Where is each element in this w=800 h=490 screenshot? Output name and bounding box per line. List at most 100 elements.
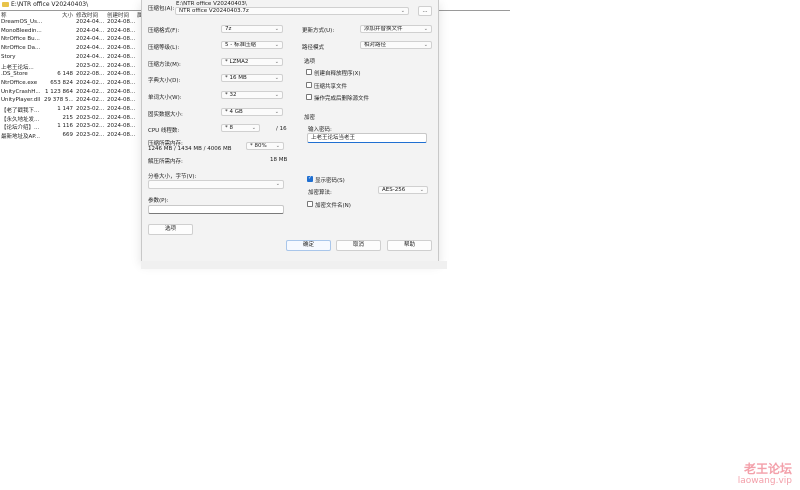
file-name: UnityCrashH...: [1, 88, 41, 95]
solid-block-label: 固实数据大小:: [148, 112, 183, 118]
file-name: MonoBleedin...: [1, 27, 42, 34]
delete-after-checkbox[interactable]: [306, 94, 312, 100]
file-row[interactable]: NtrOffice Da... 2024-04... 2024-08...: [0, 45, 140, 54]
options-button[interactable]: 选项: [148, 224, 193, 235]
update-mode-select[interactable]: 添加并替换文件 ⌄: [360, 25, 432, 33]
decompress-memory-value: 18 MB: [270, 157, 288, 163]
add-to-archive-dialog: 压缩包(A): E:\NTR office V20240403\ NTR off…: [141, 0, 439, 262]
chevron-down-icon: ⌄: [274, 75, 279, 81]
file-row[interactable]: UnityCrashH... 1 123 864 2024-02... 2024-08…: [0, 89, 140, 98]
split-volume-label: 分卷大小，字节(V):: [148, 174, 197, 180]
file-name: 【论坛介绍】...: [1, 125, 40, 132]
split-volume-combo[interactable]: ⌄: [148, 180, 284, 189]
path-mode-label: 路径模式: [302, 45, 325, 51]
file-created: 2024-08...: [107, 71, 136, 78]
file-created: 2024-08...: [107, 123, 136, 130]
file-created: 2024-08...: [107, 27, 136, 34]
solid-block-value: * 4 GB: [225, 109, 243, 115]
file-created: 2024-08...: [107, 97, 136, 104]
file-created: 2024-08...: [107, 106, 136, 112]
chevron-down-icon: ⌄: [419, 187, 424, 193]
file-row[interactable]: 上老王论坛... 2023-02... 2024-08...: [0, 63, 140, 72]
chevron-down-icon: ⌄: [275, 143, 280, 149]
file-created: 2024-08...: [107, 88, 136, 95]
file-modified: 2024-04...: [76, 45, 104, 52]
file-manager: E:\NTR office V20240403\ 称 大小 修改时间 创建时间 …: [0, 0, 510, 200]
options-group-title: 选项: [304, 59, 316, 65]
file-row[interactable]: 【老了戳我下... 1 147 2023-02... 2024-08...: [0, 106, 140, 115]
file-size: 1 123 864: [45, 88, 73, 95]
file-row[interactable]: NtrOffice.exe 653 824 2024-02... 2024-08...: [0, 80, 140, 89]
watermark-url: laowang.vip: [737, 476, 792, 486]
file-row[interactable]: Story 2024-04... 2024-08...: [0, 54, 140, 63]
file-size: 215: [62, 114, 74, 121]
memory-percent-value: * 80%: [250, 143, 267, 149]
chevron-down-icon: ⌄: [274, 42, 279, 48]
file-size: 653 824: [50, 79, 73, 86]
file-name: UnityPlayer.dll: [1, 97, 41, 104]
file-name: 上老王论坛...: [1, 64, 34, 71]
encryption-method-select[interactable]: AES-256 ⌄: [378, 186, 428, 194]
file-name: 【老了戳我下...: [1, 108, 40, 114]
file-modified: 2023-02...: [76, 106, 104, 112]
help-button[interactable]: 帮助: [387, 240, 432, 251]
column-header-created[interactable]: 创建时间: [107, 11, 129, 19]
word-size-select[interactable]: * 32 ⌄: [221, 91, 283, 99]
cpu-threads-select[interactable]: * 8 ⌄: [221, 124, 260, 132]
method-select[interactable]: * LZMA2 ⌄: [221, 58, 283, 66]
compress-memory-detail: 1246 MB / 1434 MB / 4006 MB: [148, 146, 232, 152]
archive-label: 压缩包(A):: [148, 6, 175, 12]
file-modified: 2023-02...: [76, 62, 104, 69]
ok-button[interactable]: 确定: [286, 240, 331, 251]
sfx-label: 创建自释放程序(X): [314, 71, 361, 77]
dialog-bottom-strip: [141, 261, 447, 269]
file-created: 2024-08...: [107, 62, 136, 69]
file-row[interactable]: 【永久地址发... 215 2023-02... 2024-08...: [0, 115, 140, 124]
file-row[interactable]: DreamOS_Us... 2024-04... 2024-08...: [0, 19, 140, 28]
column-header-name[interactable]: 称: [1, 11, 7, 19]
level-select[interactable]: 5 - 标准压缩 ⌄: [221, 41, 283, 49]
dictionary-value: * 16 MB: [225, 75, 247, 81]
password-input[interactable]: 上老王论坛当老王: [307, 133, 427, 143]
show-password-checkbox[interactable]: [307, 175, 313, 182]
file-size: 1 147: [57, 106, 73, 112]
cancel-button[interactable]: 取消: [336, 240, 381, 251]
file-name: 【永久地址发...: [1, 116, 40, 123]
file-row[interactable]: NtrOffice Bu... 2024-04... 2024-08...: [0, 36, 140, 45]
format-select[interactable]: 7z ⌄: [221, 25, 283, 33]
column-header-size[interactable]: 大小: [62, 11, 73, 19]
dictionary-select[interactable]: * 16 MB ⌄: [221, 74, 283, 82]
file-row[interactable]: UnityPlayer.dll 29 378 5... 2024-02... 2024…: [0, 97, 140, 106]
file-created: 2024-08...: [107, 36, 136, 43]
archive-name-combo[interactable]: NTR office V20240403.7z ⌄: [175, 7, 409, 15]
file-created: 2024-08...: [107, 114, 136, 121]
file-size: 1 116: [57, 123, 73, 130]
column-header-modified[interactable]: 修改时间: [76, 11, 98, 19]
update-mode-label: 更新方式(U):: [302, 28, 335, 34]
encryption-method-value: AES-256: [382, 187, 406, 193]
chevron-down-icon: ⌄: [274, 59, 279, 65]
parameters-input[interactable]: [148, 205, 284, 214]
chevron-down-icon: ⌄: [274, 109, 279, 115]
cpu-threads-value: * 8: [225, 125, 233, 131]
file-modified: 2024-02...: [76, 79, 104, 86]
browse-button[interactable]: ...: [418, 6, 432, 16]
sfx-checkbox[interactable]: [306, 69, 312, 75]
shared-files-checkbox[interactable]: [306, 82, 312, 88]
memory-percent-select[interactable]: * 80% ⌄: [246, 142, 284, 150]
file-row[interactable]: 最新地址及AP... 669 2023-02... 2024-08...: [0, 132, 140, 141]
file-row[interactable]: MonoBleedin... 2024-04... 2024-08...: [0, 28, 140, 37]
file-size: 6 148: [57, 71, 73, 78]
file-row[interactable]: 【论坛介绍】... 1 116 2023-02... 2024-08...: [0, 123, 140, 132]
method-value: * LZMA2: [225, 59, 249, 65]
solid-block-select[interactable]: * 4 GB ⌄: [221, 108, 283, 116]
file-created: 2024-08...: [107, 53, 136, 60]
word-size-label: 单词大小(W):: [148, 95, 182, 101]
file-row[interactable]: .DS_Store 6 148 2022-08... 2024-08...: [0, 71, 140, 80]
file-modified: 2024-04...: [76, 19, 104, 25]
encrypt-names-checkbox[interactable]: [307, 201, 313, 207]
cpu-threads-label: CPU 线程数:: [148, 128, 180, 134]
file-created: 2024-08...: [107, 19, 136, 25]
path-mode-select[interactable]: 相对路径 ⌄: [360, 41, 432, 49]
file-modified: 2023-02...: [76, 132, 104, 139]
